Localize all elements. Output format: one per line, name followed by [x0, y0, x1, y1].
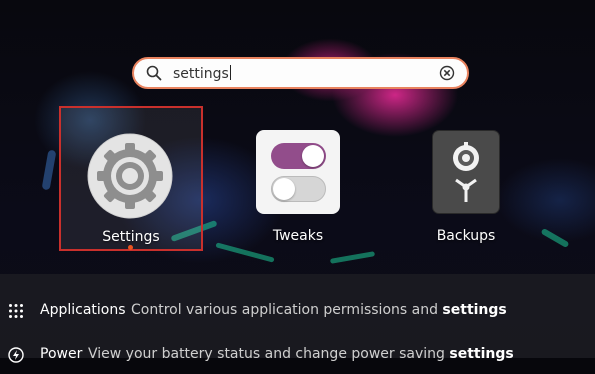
- toggle-switches-icon: [256, 130, 340, 214]
- result-description: Control various application permissions …: [131, 302, 507, 318]
- power-icon: [8, 347, 24, 363]
- app-label: Backups: [436, 228, 496, 244]
- clear-icon[interactable]: [439, 65, 455, 81]
- search-results-panel: Applications Control various application…: [0, 274, 595, 363]
- result-description: View your battery status and change powe…: [88, 346, 514, 362]
- safe-icon: [432, 130, 500, 214]
- toggle-on-shape: [271, 143, 326, 169]
- result-applications[interactable]: Applications Control various application…: [0, 292, 595, 330]
- app-grid-icon: [9, 304, 23, 318]
- app-tweaks[interactable]: Tweaks: [236, 120, 360, 250]
- toggle-off-shape: [271, 176, 326, 202]
- app-backups[interactable]: Backups: [406, 120, 526, 250]
- text-caret: [229, 65, 231, 80]
- search-icon: [146, 65, 162, 81]
- search-query-text: settings: [173, 66, 229, 82]
- result-power[interactable]: Power View your battery status and chang…: [0, 336, 595, 374]
- app-label: Tweaks: [272, 228, 324, 244]
- result-name: Applications: [40, 302, 126, 318]
- app-label: Settings: [102, 229, 160, 245]
- app-settings[interactable]: Settings: [59, 106, 203, 251]
- search-input[interactable]: settings: [173, 65, 231, 82]
- gear-icon: [87, 133, 173, 219]
- search-field[interactable]: settings: [132, 57, 469, 89]
- result-name: Power: [40, 346, 83, 362]
- running-indicator: [128, 245, 133, 250]
